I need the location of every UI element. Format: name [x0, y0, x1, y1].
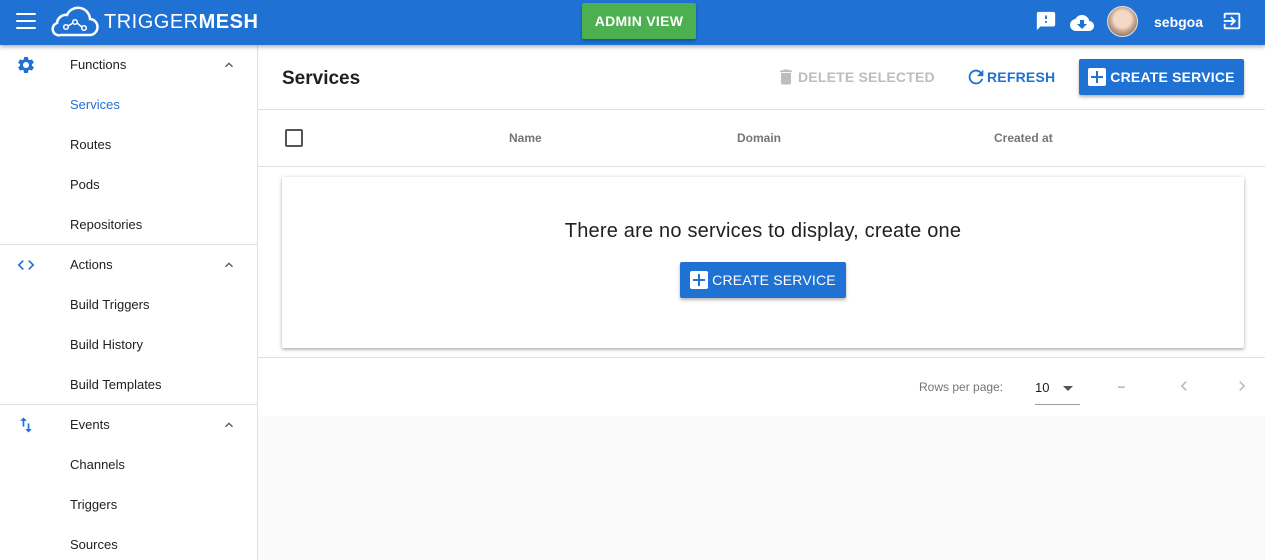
swap-vertical-icon — [20, 417, 32, 433]
code-icon — [17, 260, 35, 270]
refresh-button[interactable]: REFRESH — [965, 59, 1055, 95]
sidebar-item-routes[interactable]: Routes — [0, 125, 257, 165]
sidebar-group-events[interactable]: Events — [0, 405, 257, 445]
toolbar-divider — [258, 109, 1265, 110]
sidebar-group-actions[interactable]: Actions — [0, 245, 257, 285]
cloud-logo-icon — [51, 6, 99, 37]
username[interactable]: sebgoa — [1154, 14, 1203, 30]
logo[interactable]: TRIGGERMESH — [49, 5, 258, 39]
sidebar-item-build-templates[interactable]: Build Templates — [0, 365, 257, 405]
sidebar-item-triggers[interactable]: Triggers — [0, 485, 257, 525]
select-all-checkbox[interactable] — [285, 129, 303, 147]
sidebar: Functions Services Routes Pods Repositor… — [0, 45, 258, 560]
pagination-divider — [258, 357, 1265, 358]
top-app-bar: TRIGGERMESH ADMIN VIEW sebgoa — [0, 0, 1265, 45]
menu-icon[interactable] — [16, 13, 36, 31]
sidebar-item-sources[interactable]: Sources — [0, 525, 257, 560]
sidebar-item-services[interactable]: Services — [0, 85, 257, 125]
column-header-name[interactable]: Name — [509, 131, 542, 145]
sidebar-group-label: Actions — [70, 257, 113, 272]
trash-icon — [780, 69, 792, 85]
sidebar-item-build-history[interactable]: Build History — [0, 325, 257, 365]
pagination-range: – — [1118, 379, 1125, 393]
chevron-up-icon — [225, 62, 233, 68]
empty-state-message: There are no services to display, create… — [564, 220, 962, 242]
sidebar-group-functions[interactable]: Functions — [0, 45, 257, 85]
chevron-up-icon — [225, 262, 233, 268]
dropdown-arrow-icon — [1063, 386, 1073, 391]
brand-name: TRIGGERMESH — [104, 10, 259, 33]
chevron-left-icon[interactable] — [1174, 376, 1194, 396]
rows-per-page-label: Rows per page: — [919, 380, 1004, 394]
sidebar-item-channels[interactable]: Channels — [0, 445, 257, 485]
logout-icon[interactable] — [1221, 10, 1243, 32]
page-title: Services — [282, 68, 361, 89]
add-box-icon — [1088, 68, 1107, 86]
sidebar-item-pods[interactable]: Pods — [0, 165, 257, 205]
empty-create-service-button[interactable]: CREATE SERVICE — [680, 262, 846, 298]
add-box-icon — [690, 271, 709, 289]
empty-state-card: There are no services to display, create… — [282, 177, 1244, 348]
cloud-download-icon[interactable] — [1070, 11, 1094, 35]
sidebar-item-repositories[interactable]: Repositories — [0, 205, 257, 245]
gear-icon — [18, 56, 34, 73]
admin-view-button[interactable]: ADMIN VIEW — [582, 3, 696, 39]
sidebar-group-label: Functions — [70, 57, 127, 72]
avatar[interactable] — [1107, 6, 1138, 37]
chevron-up-icon — [225, 422, 233, 428]
table-header-divider — [258, 166, 1265, 167]
services-panel: Services DELETE SELECTED REFRESH CREATE … — [258, 45, 1265, 416]
chevron-right-icon[interactable] — [1232, 376, 1252, 396]
column-header-domain[interactable]: Domain — [737, 131, 781, 145]
rows-per-page-select[interactable]: 10 — [1035, 371, 1080, 405]
delete-selected-button[interactable]: DELETE SELECTED — [776, 59, 935, 95]
sidebar-item-build-triggers[interactable]: Build Triggers — [0, 285, 257, 325]
refresh-icon — [968, 69, 984, 85]
create-service-button[interactable]: CREATE SERVICE — [1079, 59, 1244, 95]
sidebar-group-label: Events — [70, 417, 110, 432]
column-header-created-at[interactable]: Created at — [994, 131, 1053, 145]
feedback-icon[interactable] — [1035, 10, 1057, 32]
